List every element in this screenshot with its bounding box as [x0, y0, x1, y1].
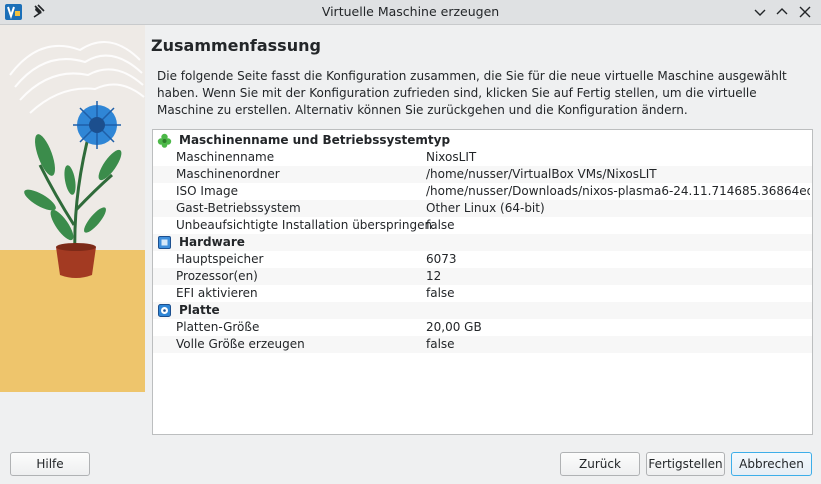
- row-value: false: [426, 218, 455, 232]
- section-os-type[interactable]: Maschinenname und Betriebssystemtyp: [153, 132, 812, 149]
- os-type-icon: [157, 133, 172, 148]
- row-key: Unbeaufsichtigte Installation überspring…: [176, 218, 433, 232]
- close-button[interactable]: [796, 3, 814, 21]
- table-row[interactable]: Maschinenordner /home/nusser/VirtualBox …: [153, 166, 812, 183]
- row-value: NixosLIT: [426, 150, 477, 164]
- row-key: Volle Größe erzeugen: [176, 337, 305, 351]
- maximize-button[interactable]: [773, 3, 791, 21]
- row-key: Maschinenordner: [176, 167, 280, 181]
- row-key: ISO Image: [176, 184, 238, 198]
- table-row[interactable]: EFI aktivieren false: [153, 285, 812, 302]
- page-description: Die folgende Seite fasst die Konfigurati…: [157, 69, 787, 117]
- row-value: false: [426, 286, 455, 300]
- table-row[interactable]: Unbeaufsichtigte Installation überspring…: [153, 217, 812, 234]
- row-key: Prozessor(en): [176, 269, 258, 283]
- chip-icon: [158, 236, 171, 249]
- row-value: /home/nusser/VirtualBox VMs/NixosLIT: [426, 167, 657, 181]
- chevron-up-icon: [776, 8, 788, 15]
- row-value: /home/nusser/Downloads/nixos-plasma6-24.…: [426, 184, 810, 198]
- help-button[interactable]: Hilfe: [10, 452, 90, 476]
- table-row[interactable]: Gast-Betriebssystem Other Linux (64-bit): [153, 200, 812, 217]
- section-title: Maschinenname und Betriebssystemtyp: [179, 133, 451, 147]
- row-key: EFI aktivieren: [176, 286, 258, 300]
- row-value: 12: [426, 269, 442, 283]
- back-button[interactable]: Zurück: [560, 452, 640, 476]
- finish-button[interactable]: Fertigstellen: [646, 452, 725, 476]
- table-row[interactable]: Volle Größe erzeugen false: [153, 336, 812, 353]
- disk-icon: [158, 304, 171, 317]
- section-title: Platte: [179, 303, 220, 317]
- cancel-button[interactable]: Abbrechen: [731, 452, 812, 476]
- row-value: Other Linux (64-bit): [426, 201, 545, 215]
- page-title: Zusammenfassung: [151, 36, 321, 55]
- summary-tree[interactable]: Maschinenname und Betriebssystemtyp Masc…: [152, 129, 813, 435]
- table-row[interactable]: Prozessor(en) 12: [153, 268, 812, 285]
- window-title: Virtuelle Maschine erzeugen: [321, 4, 500, 19]
- title-bar: Virtuelle Maschine erzeugen: [0, 0, 821, 25]
- table-row[interactable]: ISO Image /home/nusser/Downloads/nixos-p…: [153, 183, 812, 200]
- table-row[interactable]: Maschinenname NixosLIT: [153, 149, 812, 166]
- minimize-button[interactable]: [751, 3, 769, 21]
- table-row[interactable]: Platten-Größe 20,00 GB: [153, 319, 812, 336]
- section-hardware[interactable]: Hardware: [153, 234, 812, 251]
- section-disk[interactable]: Platte: [153, 302, 812, 319]
- table-row[interactable]: Hauptspeicher 6073: [153, 251, 812, 268]
- row-key: Platten-Größe: [176, 320, 260, 334]
- wizard-illustration: [0, 25, 145, 392]
- row-key: Hauptspeicher: [176, 252, 264, 266]
- section-title: Hardware: [179, 235, 245, 249]
- chevron-down-icon: [754, 9, 766, 16]
- row-value: 6073: [426, 252, 457, 266]
- row-key: Maschinenname: [176, 150, 275, 164]
- close-icon: [799, 6, 811, 18]
- row-value: 20,00 GB: [426, 320, 482, 334]
- row-value: false: [426, 337, 455, 351]
- row-key: Gast-Betriebssystem: [176, 201, 301, 215]
